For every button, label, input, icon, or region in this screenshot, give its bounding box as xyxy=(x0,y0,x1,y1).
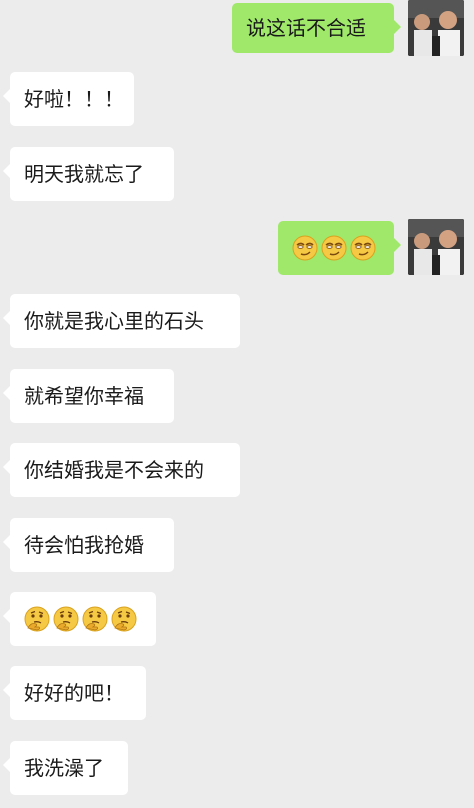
message-text: 明天我就忘了 xyxy=(24,162,144,186)
emoji-row xyxy=(24,606,137,632)
received-message-bubble[interactable]: 你就是我心里的石头 xyxy=(3,294,240,348)
sent-message-bubble[interactable]: 说这话不合适 xyxy=(232,3,401,53)
thinking-face-icon xyxy=(82,606,108,632)
user-avatar[interactable] xyxy=(408,219,464,275)
received-message-bubble[interactable]: 待会怕我抢婚 xyxy=(3,518,174,572)
smirk-face-icon xyxy=(292,235,318,261)
chat-window: 说这话不合适 好啦！！！ 明天我就忘了 你就是我心里的石头 就希望你幸福 你结婚… xyxy=(0,0,474,808)
received-message-bubble[interactable]: 好啦！！！ xyxy=(3,72,134,126)
message-text: 待会怕我抢婚 xyxy=(24,533,144,557)
received-message-bubble[interactable]: 你结婚我是不会来的 xyxy=(3,443,240,497)
emoji-row xyxy=(292,235,376,261)
received-emoji-bubble[interactable] xyxy=(3,592,156,646)
message-text: 说这话不合适 xyxy=(246,16,366,40)
message-text: 你结婚我是不会来的 xyxy=(24,458,204,482)
user-avatar[interactable] xyxy=(408,0,464,56)
smirk-face-icon xyxy=(321,235,347,261)
message-text: 好好的吧！ xyxy=(24,681,124,705)
received-message-bubble[interactable]: 明天我就忘了 xyxy=(3,147,174,201)
thinking-face-icon xyxy=(53,606,79,632)
thinking-face-icon xyxy=(24,606,50,632)
message-text: 好啦！！！ xyxy=(24,87,124,111)
message-text: 我洗澡了 xyxy=(24,756,104,780)
avatar-photo-icon xyxy=(408,0,464,56)
received-message-bubble[interactable]: 好好的吧！ xyxy=(3,666,146,720)
message-text: 就希望你幸福 xyxy=(24,384,144,408)
received-message-bubble[interactable]: 就希望你幸福 xyxy=(3,369,174,423)
avatar-photo-icon xyxy=(408,219,464,275)
thinking-face-icon xyxy=(111,606,137,632)
received-message-bubble[interactable]: 我洗澡了 xyxy=(3,741,128,795)
sent-emoji-bubble[interactable] xyxy=(278,221,401,275)
message-text: 你就是我心里的石头 xyxy=(24,309,204,333)
smirk-face-icon xyxy=(350,235,376,261)
